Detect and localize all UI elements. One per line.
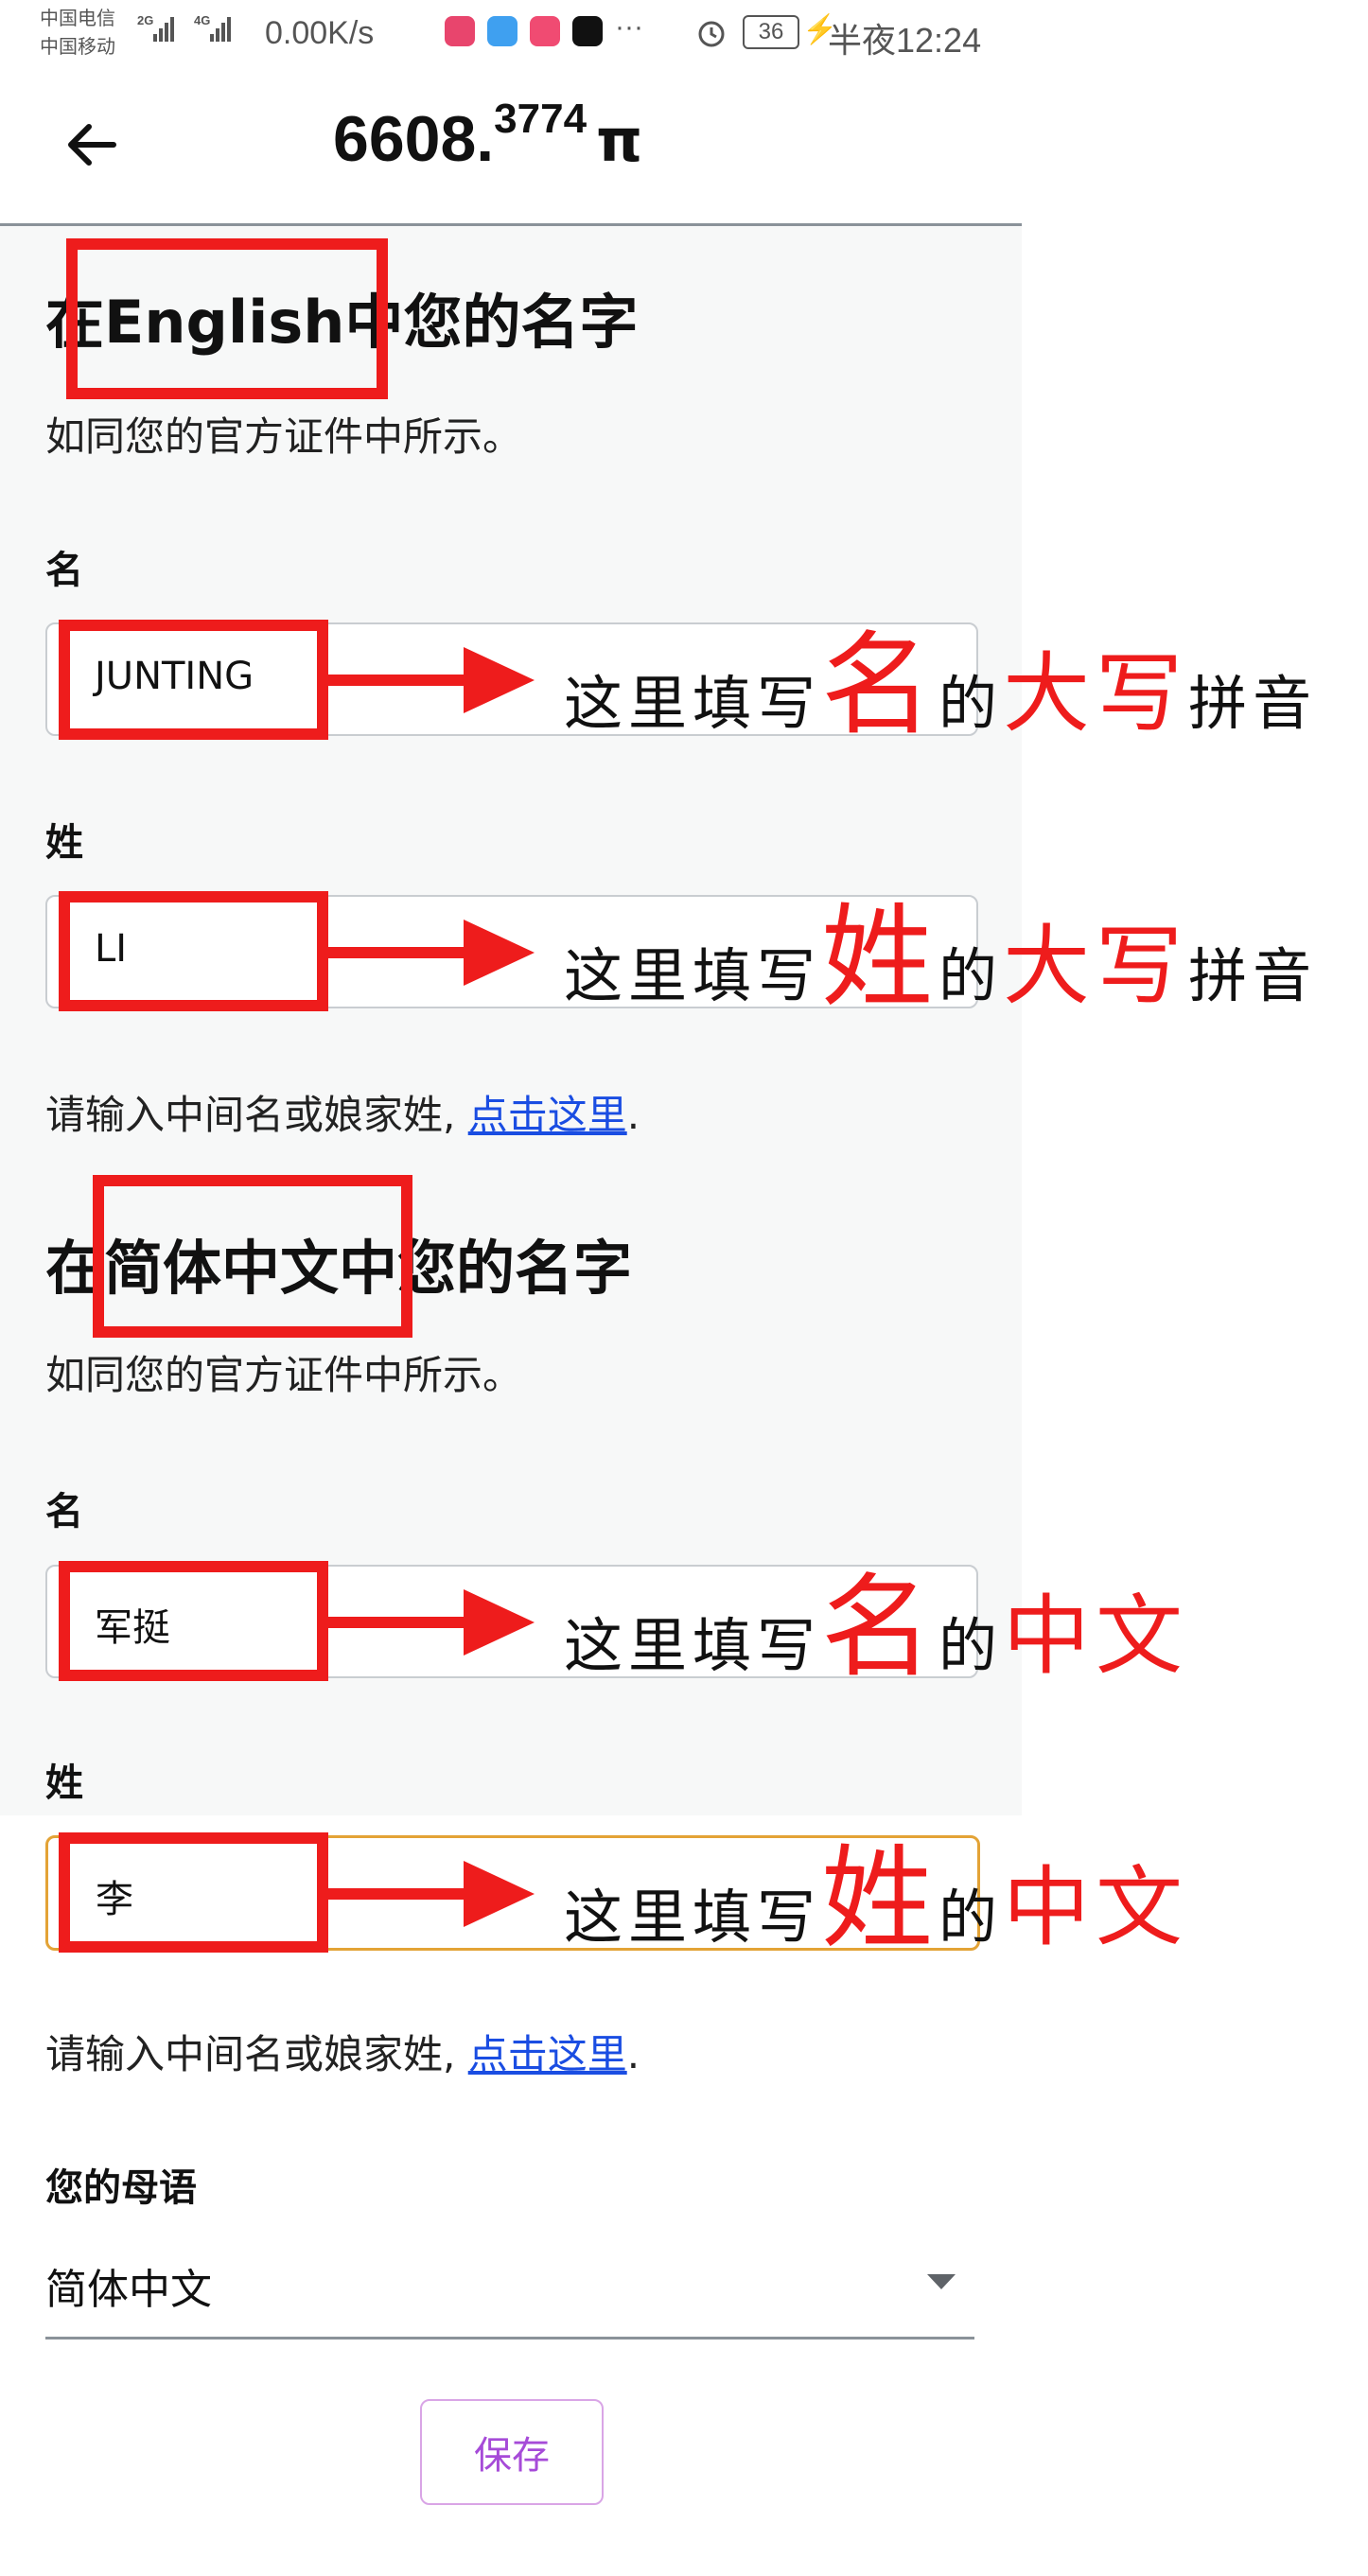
chinese-first-name-label: 名 [45,1490,83,1533]
english-name-title: 在English中您的名字 [45,274,638,359]
annotation-last-en: 这里填写姓的大写拼音 [564,867,1317,1028]
annot-prefix: 这里填写 [564,1883,822,1952]
english-click-here-link[interactable]: 点击这里 [468,1092,627,1138]
title-post: 中您的名字 [344,288,639,357]
annot-zhongwen: 中文 [1003,1857,1189,1958]
title-lang: English [104,288,345,357]
annotation-arrow-3 [322,1589,535,1656]
annot-de: 的 [938,1611,1004,1680]
pi-balance: 6608.3774 π [333,96,643,176]
annotation-arrow-4 [322,1861,535,1927]
back-arrow-icon[interactable] [59,112,125,178]
app-icon-3 [530,16,560,46]
app-icon-2 [487,16,517,46]
english-first-name-label: 名 [45,549,83,592]
chinese-name-title: 在简体中文中您的名字 [45,1220,632,1306]
carrier-1: 中国电信 [40,9,115,29]
pi-symbol: π [596,106,643,175]
signal-icon [153,17,176,42]
chinese-first-name-value: 军挺 [95,1606,170,1650]
carrier-2: 中国移动 [40,37,115,58]
annot-pinyin: 拼音 [1188,669,1318,738]
annot-ming: 名 [821,620,939,750]
annot-de: 的 [938,1883,1004,1952]
chinese-click-here-link[interactable]: 点击这里 [468,2031,627,2077]
annot-pinyin: 拼音 [1188,941,1318,1010]
annotation-first-zh: 这里填写名的中文 [564,1536,1188,1698]
more-icon: ··· [615,11,643,43]
network-type-2: 4G [194,13,211,27]
annot-zhongwen: 中文 [1003,1586,1189,1687]
annot-xing: 姓 [821,1833,939,1964]
app-icon-1 [445,16,475,46]
signal-icon-2 [210,17,233,42]
chinese-middle-name-hint: 请输入中间名或娘家姓, 点击这里. [45,2023,640,2080]
annotation-last-zh: 这里填写姓的中文 [564,1808,1188,1970]
hint-text: 请输入中间名或娘家姓, [45,2031,468,2077]
hint-end: . [626,1092,640,1138]
annotation-first-en: 这里填写名的大写拼音 [564,594,1317,756]
english-last-name-value: LI [95,927,128,971]
alarm-icon [698,21,725,47]
save-button[interactable]: 保存 [420,2399,604,2505]
annotation-arrow-2 [322,920,535,986]
net-speed: 0.00K/s [265,15,375,51]
battery-icon: 36 [743,15,799,49]
hint-end: . [626,2031,640,2077]
network-type-1: 2G [137,13,154,27]
hint-text: 请输入中间名或娘家姓, [45,1092,468,1138]
annot-prefix: 这里填写 [564,941,822,1010]
english-last-name-label: 姓 [45,821,83,865]
annot-prefix: 这里填写 [564,1611,822,1680]
english-first-name-value: JUNTING [95,655,254,698]
annot-ming: 名 [821,1562,939,1692]
english-middle-name-hint: 请输入中间名或娘家姓, 点击这里. [45,1083,640,1141]
title-pre: 在 [45,288,105,357]
title-lang: 简体中文 [104,1234,340,1303]
annot-de: 的 [938,669,1004,738]
title-post: 中您的名字 [339,1234,633,1303]
clock: 半夜12:24 [828,21,982,60]
annot-prefix: 这里填写 [564,669,822,738]
native-language-value: 简体中文 [45,2266,212,2314]
chinese-subtitle: 如同您的官方证件中所示。 [45,1352,523,1398]
battery-level: 36 [758,19,784,44]
annot-de: 的 [938,941,1004,1010]
annot-daxie: 大写 [1003,916,1189,1017]
chinese-last-name-value: 李 [96,1878,133,1921]
title-pre: 在 [45,1234,105,1303]
annot-daxie: 大写 [1003,643,1189,745]
native-language-label: 您的母语 [45,2166,197,2210]
balance-fraction: 3774 [494,96,588,142]
annot-xing: 姓 [821,892,939,1023]
status-bar: 中国电信 中国移动 2G 4G 0.00K/s ··· 36 ⚡ 半夜12:24 [0,0,1368,68]
native-language-select[interactable]: 简体中文 [45,2223,974,2339]
dropdown-arrow-icon [927,2274,956,2289]
english-subtitle: 如同您的官方证件中所示。 [45,413,523,460]
chinese-last-name-label: 姓 [45,1761,83,1805]
annotation-arrow-1 [322,647,535,713]
balance-integer: 6608. [333,103,495,175]
tiktok-icon [572,16,603,46]
